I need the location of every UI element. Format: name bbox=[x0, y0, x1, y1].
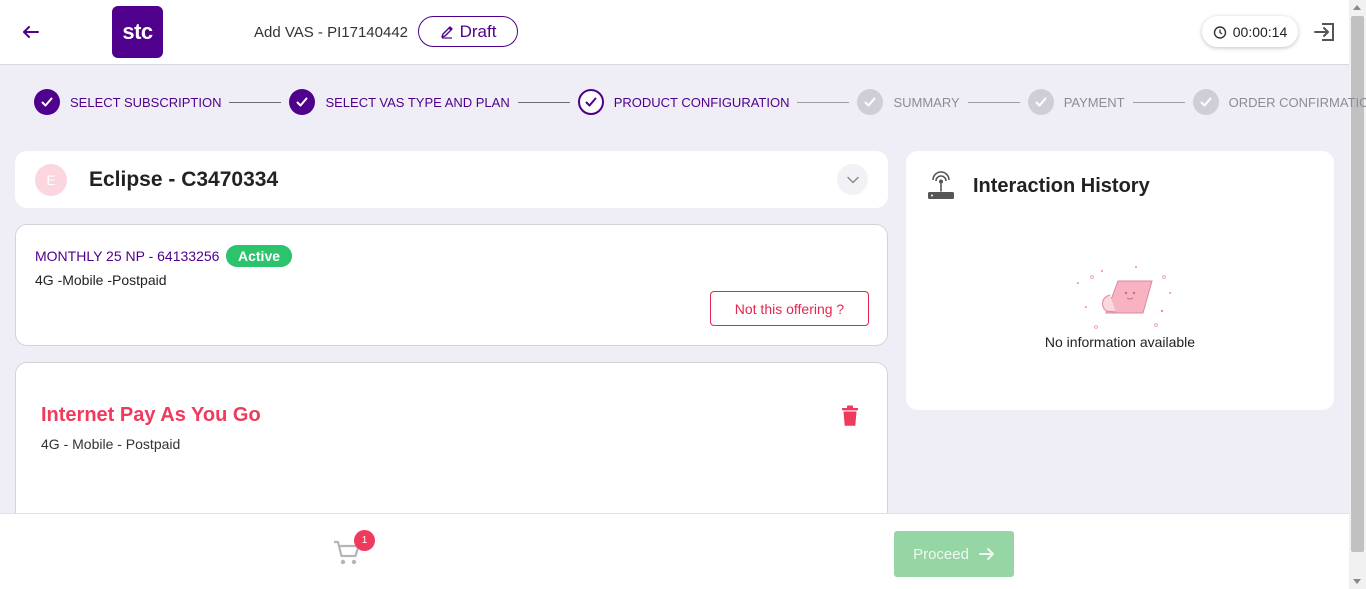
not-this-offering-button[interactable]: Not this offering ? bbox=[710, 291, 869, 326]
step-connector bbox=[1132, 101, 1185, 103]
check-icon bbox=[577, 89, 604, 115]
router-icon bbox=[926, 169, 956, 201]
step-select-subscription[interactable]: SELECT SUBSCRIPTION bbox=[34, 89, 221, 115]
step-label: SUMMARY bbox=[893, 94, 960, 110]
status-badge: Active bbox=[226, 245, 293, 267]
pencil-icon bbox=[440, 25, 453, 39]
back-arrow-icon[interactable] bbox=[18, 20, 44, 44]
plan-name: MONTHLY 25 NP - 64133256 bbox=[35, 248, 220, 264]
step-label: PAYMENT bbox=[1063, 94, 1125, 110]
vas-title: Internet Pay As You Go bbox=[41, 404, 261, 426]
interaction-history-panel: Interaction History No information avail… bbox=[906, 151, 1334, 410]
app-header: stc Add VAS - PI17140442 Draft 00:00:14 bbox=[0, 0, 1349, 65]
step-connector bbox=[229, 101, 282, 103]
proceed-button[interactable]: Proceed bbox=[894, 531, 1014, 577]
step-label: SELECT VAS TYPE AND PLAN bbox=[325, 94, 510, 110]
arrow-right-icon bbox=[978, 548, 994, 560]
trash-icon[interactable] bbox=[837, 403, 863, 429]
customer-name: Eclipse - C3470334 bbox=[89, 168, 279, 191]
vas-card: Internet Pay As You Go 4G - Mobile - Pos… bbox=[15, 362, 888, 527]
stc-logo: stc bbox=[112, 6, 163, 58]
history-title: Interaction History bbox=[973, 175, 1150, 197]
check-icon bbox=[34, 89, 60, 115]
customer-card: E Eclipse - C3470334 bbox=[15, 151, 888, 208]
step-label: SELECT SUBSCRIPTION bbox=[70, 94, 222, 110]
proceed-label: Proceed bbox=[913, 545, 969, 563]
draft-button[interactable]: Draft bbox=[418, 16, 518, 47]
chevron-down-icon[interactable] bbox=[837, 164, 868, 195]
plan-type: 4G -Mobile -Postpaid bbox=[35, 272, 167, 288]
empty-state-text: No information available bbox=[1044, 334, 1196, 350]
progress-stepper: SELECT SUBSCRIPTION SELECT VAS TYPE AND … bbox=[34, 89, 1366, 115]
step-connector bbox=[967, 101, 1020, 103]
logout-icon[interactable] bbox=[1312, 20, 1338, 44]
step-select-vas-type[interactable]: SELECT VAS TYPE AND PLAN bbox=[289, 89, 510, 115]
subscription-card: MONTHLY 25 NP - 64133256 Active 4G -Mobi… bbox=[15, 224, 888, 346]
check-icon bbox=[1027, 89, 1054, 115]
draft-label: Draft bbox=[459, 21, 497, 41]
check-icon bbox=[857, 89, 884, 115]
vas-subtitle: 4G - Mobile - Postpaid bbox=[41, 436, 181, 452]
stopwatch-icon bbox=[1213, 25, 1226, 39]
step-connector bbox=[797, 101, 850, 103]
cart-count-badge: 1 bbox=[354, 530, 375, 551]
step-summary: SUMMARY bbox=[857, 89, 960, 115]
check-icon bbox=[1192, 89, 1219, 115]
check-icon bbox=[289, 89, 316, 115]
step-payment: PAYMENT bbox=[1027, 89, 1125, 115]
timer-value: 00:00:14 bbox=[1232, 23, 1288, 40]
footer-bar: 1 Proceed bbox=[0, 513, 1349, 589]
page-title: Add VAS - PI17140442 bbox=[254, 24, 408, 41]
session-timer: 00:00:14 bbox=[1202, 16, 1298, 47]
empty-state-illustration bbox=[1066, 263, 1178, 333]
step-label: PRODUCT CONFIGURATION bbox=[613, 94, 790, 110]
step-label: ORDER CONFIRMATION bbox=[1228, 94, 1366, 110]
avatar: E bbox=[35, 164, 67, 196]
step-connector bbox=[517, 101, 570, 103]
step-order-confirmation: ORDER CONFIRMATION bbox=[1192, 89, 1366, 115]
step-product-configuration[interactable]: PRODUCT CONFIGURATION bbox=[577, 89, 790, 115]
scroll-down-arrow-icon[interactable] bbox=[1353, 579, 1361, 584]
scroll-up-arrow-icon[interactable] bbox=[1353, 5, 1361, 10]
